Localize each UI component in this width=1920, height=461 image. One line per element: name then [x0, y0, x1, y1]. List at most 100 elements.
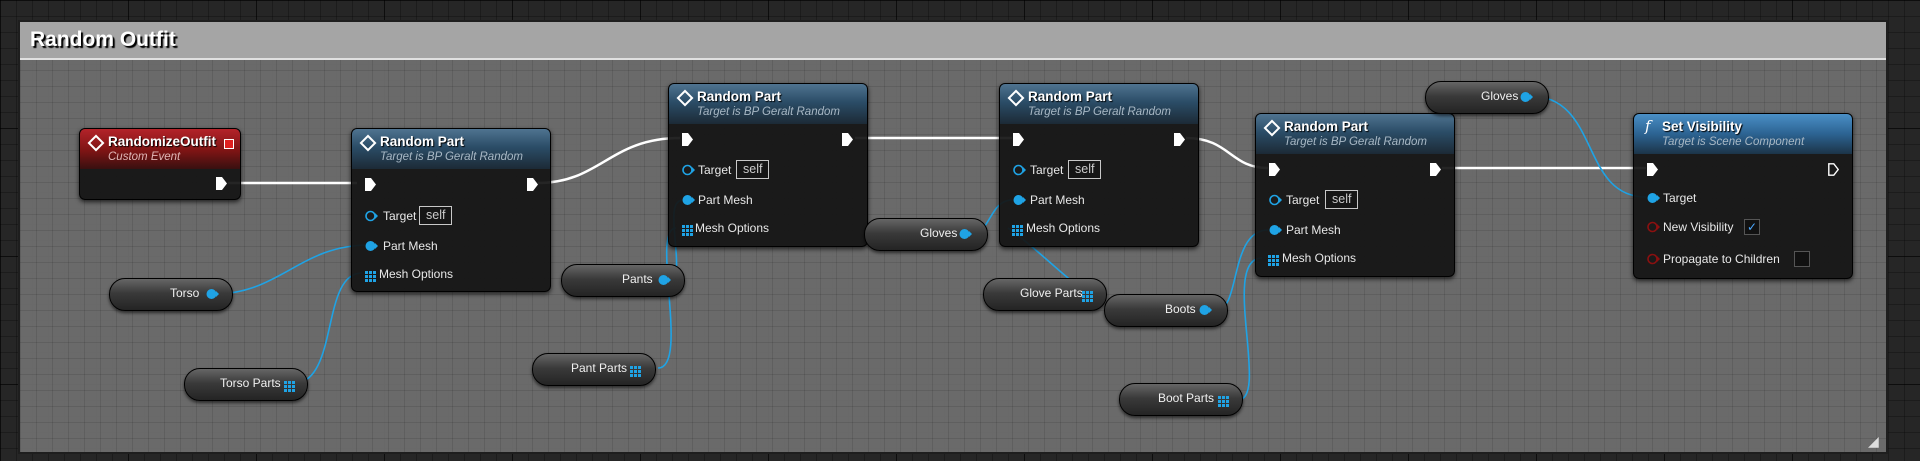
randomize-outfit-event-node[interactable]: RandomizeOutfit Custom Event [79, 128, 241, 200]
object-pin-icon[interactable] [959, 228, 972, 240]
exec-out-pin-icon[interactable] [1828, 163, 1839, 176]
exec-out-pin-icon[interactable] [1174, 133, 1185, 146]
array-grid-icon[interactable] [1268, 253, 1279, 266]
target-pin-icon[interactable] [682, 164, 695, 176]
node-subtitle: Target is BP Geralt Random [697, 106, 840, 118]
random-part-header[interactable]: Random Part Target is BP Geralt Random [1000, 84, 1198, 124]
target-self-field[interactable]: self [736, 160, 770, 179]
array-grid-icon[interactable] [365, 269, 376, 282]
event-diamond-icon [87, 134, 105, 152]
exec-in-pin-icon[interactable] [682, 133, 693, 146]
mesh-options-label: Mesh Options [1282, 251, 1357, 265]
target-pin-icon[interactable] [1647, 192, 1660, 204]
exec-in-pin-icon[interactable] [365, 178, 376, 191]
part-mesh-pin-icon[interactable] [682, 194, 695, 206]
event-node-header[interactable]: RandomizeOutfit Custom Event [80, 129, 240, 169]
propagate-to-children-checkbox[interactable] [1794, 251, 1810, 267]
array-grid-icon[interactable] [284, 379, 295, 392]
target-pin-icon[interactable] [365, 210, 378, 222]
node-title: Random Part [1028, 89, 1113, 104]
array-grid-icon[interactable] [1082, 289, 1093, 302]
propagate-to-children-label: Propagate to Children [1663, 252, 1780, 266]
part-mesh-pin-icon[interactable] [365, 240, 378, 252]
function-diamond-icon [676, 89, 694, 107]
node-title: Set Visibility [1662, 119, 1743, 134]
exec-out-pin-icon[interactable] [1430, 163, 1441, 176]
mesh-options-label: Mesh Options [379, 267, 454, 281]
pant-parts-variable-node[interactable]: Pant Parts [532, 353, 656, 386]
data-wire [213, 244, 370, 295]
target-label: Target [383, 209, 417, 223]
node-subtitle: Target is BP Geralt Random [380, 151, 523, 163]
array-grid-icon[interactable] [1012, 223, 1023, 236]
variable-label: Pants [622, 272, 653, 286]
array-grid-icon[interactable] [1218, 394, 1229, 407]
node-subtitle: Target is BP Geralt Random [1284, 136, 1427, 148]
exec-in-pin-icon[interactable] [1647, 163, 1658, 176]
random-part-node-4[interactable]: Random Part Target is BP Geralt Random T… [1255, 113, 1455, 277]
part-mesh-label: Part Mesh [698, 193, 753, 207]
part-mesh-label: Part Mesh [383, 239, 438, 253]
exec-out-pin-icon[interactable] [216, 177, 227, 190]
new-visibility-checkbox[interactable]: ✓ [1744, 219, 1760, 235]
target-label: Target [1286, 193, 1320, 207]
event-node-title: RandomizeOutfit [108, 134, 216, 149]
target-label: Target [698, 163, 732, 177]
array-grid-icon[interactable] [682, 223, 693, 236]
random-part-node-1[interactable]: Random Part Target is BP Geralt Random T… [351, 128, 551, 292]
function-diamond-icon [359, 134, 377, 152]
part-mesh-pin-icon[interactable] [1269, 224, 1282, 236]
gloves-variable-node[interactable]: Gloves [864, 218, 988, 251]
variable-label: Boots [1165, 302, 1196, 316]
function-diamond-icon [1263, 119, 1281, 137]
random-part-node-2[interactable]: Random Part Target is BP Geralt Random T… [668, 83, 868, 247]
target-self-field[interactable]: self [1325, 190, 1359, 209]
variable-label: Glove Parts [1020, 286, 1083, 300]
random-part-header[interactable]: Random Part Target is BP Geralt Random [352, 129, 550, 169]
exec-in-pin-icon[interactable] [1269, 163, 1280, 176]
boots-variable-node[interactable]: Boots [1104, 294, 1228, 327]
object-pin-icon[interactable] [658, 274, 671, 286]
target-self-field[interactable]: self [419, 206, 453, 225]
object-pin-icon[interactable] [1199, 304, 1212, 316]
node-title: Random Part [380, 134, 465, 149]
random-part-header[interactable]: Random Part Target is BP Geralt Random [1256, 114, 1454, 154]
gloves-top-variable-node[interactable]: Gloves [1425, 81, 1549, 114]
node-subtitle: Target is Scene Component [1662, 136, 1805, 148]
torso-parts-variable-node[interactable]: Torso Parts [184, 368, 308, 401]
variable-label: Boot Parts [1158, 391, 1215, 405]
node-subtitle: Target is BP Geralt Random [1028, 106, 1171, 118]
part-mesh-label: Part Mesh [1286, 223, 1341, 237]
glove-parts-variable-node[interactable]: Glove Parts [983, 278, 1107, 311]
array-grid-icon[interactable] [630, 364, 641, 377]
mesh-options-label: Mesh Options [695, 221, 770, 235]
exec-in-pin-icon[interactable] [1013, 133, 1024, 146]
exec-out-pin-icon[interactable] [527, 178, 538, 191]
node-title: Random Part [697, 89, 782, 104]
bool-pin-icon[interactable] [1647, 221, 1660, 233]
boot-parts-variable-node[interactable]: Boot Parts [1119, 383, 1243, 416]
variable-label: Gloves [1481, 89, 1519, 103]
data-wire [1237, 257, 1263, 401]
target-label: Target [1030, 163, 1064, 177]
variable-label: Torso [170, 286, 200, 300]
mesh-options-label: Mesh Options [1026, 221, 1101, 235]
exec-wire [537, 136, 681, 185]
variable-label: Torso Parts [220, 376, 281, 390]
bool-pin-icon[interactable] [1647, 253, 1660, 265]
set-visibility-header[interactable]: f Set Visibility Target is Scene Compone… [1634, 114, 1852, 154]
set-visibility-node[interactable]: f Set Visibility Target is Scene Compone… [1633, 113, 1853, 279]
target-self-field[interactable]: self [1068, 160, 1102, 179]
random-part-node-3[interactable]: Random Part Target is BP Geralt Random T… [999, 83, 1199, 247]
part-mesh-pin-icon[interactable] [1013, 194, 1026, 206]
target-pin-icon[interactable] [1269, 194, 1282, 206]
exec-out-pin-icon[interactable] [842, 133, 853, 146]
target-pin-icon[interactable] [1013, 164, 1026, 176]
random-part-header[interactable]: Random Part Target is BP Geralt Random [669, 84, 867, 124]
pants-variable-node[interactable]: Pants [561, 264, 685, 297]
part-mesh-label: Part Mesh [1030, 193, 1085, 207]
object-pin-icon[interactable] [1520, 91, 1533, 103]
object-pin-icon[interactable] [206, 288, 219, 300]
delegate-pin-icon[interactable] [224, 139, 234, 149]
torso-variable-node[interactable]: Torso [109, 278, 233, 311]
